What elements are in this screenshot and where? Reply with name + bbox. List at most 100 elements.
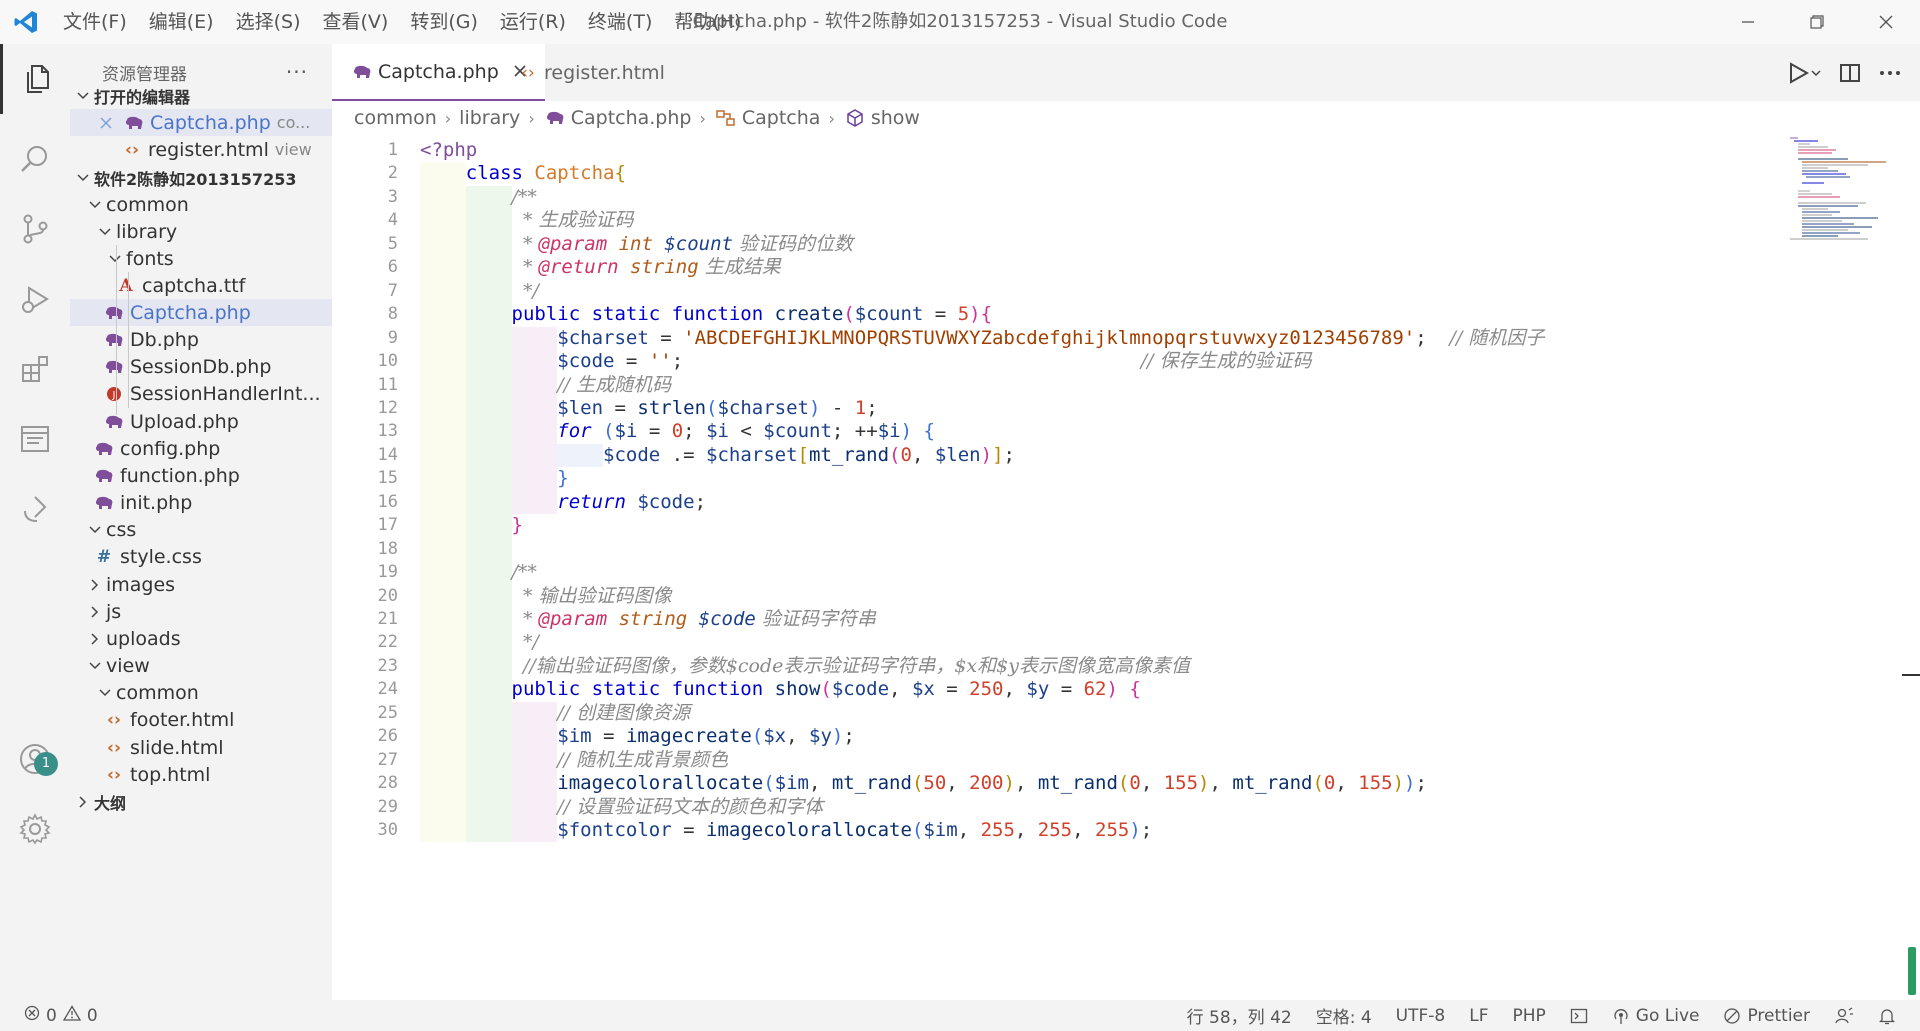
folder-view-common[interactable]: common [70, 679, 356, 706]
code-token: ( [911, 819, 924, 842]
code-token: ; [843, 725, 855, 748]
restore-button[interactable] [1782, 0, 1851, 44]
menu-item[interactable]: 转到(G) [399, 0, 489, 44]
file-config-php[interactable]: config.php [70, 435, 354, 462]
tree-indent-guide [128, 272, 129, 408]
folder-view[interactable]: view [70, 652, 346, 679]
chevron-right-icon [84, 605, 106, 619]
file-sessionhandler[interactable]: J SessionHandlerInt... [70, 380, 364, 407]
accounts-icon[interactable]: 1 [0, 724, 70, 794]
source-control-icon[interactable] [0, 194, 70, 264]
file-top-html[interactable]: ‹› top.html [70, 761, 364, 788]
run-debug-icon[interactable] [0, 264, 70, 334]
vscode-logo-icon [0, 0, 52, 44]
code-token: // 随机因子 [1449, 326, 1545, 349]
folder-js[interactable]: js [70, 598, 346, 625]
section-open-editors[interactable]: 打开的编辑器 [70, 82, 334, 109]
code-token: 255 [1037, 819, 1073, 842]
file-sessiondb-php[interactable]: SessionDb.php [70, 353, 364, 380]
status-bar: 0 0 行 58，列 42 空格: 4 UTF-8 LF PHP Go Live… [0, 1000, 1920, 1031]
close-editor-icon[interactable] [94, 116, 118, 130]
file-db-php[interactable]: Db.php [70, 326, 364, 353]
more-editor-actions-icon[interactable] [1870, 53, 1910, 93]
code-token: ; [1140, 819, 1153, 842]
file-upload-php[interactable]: Upload.php [70, 408, 364, 435]
breadcrumb-item[interactable]: common [354, 107, 437, 129]
language-mode[interactable]: PHP [1512, 1006, 1545, 1026]
breadcrumb: common › library › Captcha.php › Captcha… [332, 101, 1920, 135]
feedback-icon[interactable] [1834, 1006, 1854, 1025]
code-token: 生成结果 [698, 256, 781, 279]
folder-common[interactable]: common [70, 191, 346, 218]
tree-item-label: init.php [120, 491, 193, 514]
menu-item[interactable]: 文件(F) [52, 0, 138, 44]
code-token: show [774, 678, 821, 701]
go-live-button[interactable]: Go Live [1612, 1006, 1699, 1026]
remote-explorer-icon[interactable] [0, 404, 70, 474]
code-token: $im [557, 725, 592, 748]
cursor-position[interactable]: 行 58，列 42 [1187, 1003, 1292, 1028]
tree-item-label: 打开的编辑器 [94, 87, 191, 107]
chevron-right-icon: › [699, 108, 706, 128]
run-code-button[interactable] [1780, 53, 1830, 93]
tab-register-html[interactable]: ‹› register.html [498, 44, 683, 101]
breadcrumb-item[interactable]: library [459, 107, 520, 129]
menu-item[interactable]: 选择(S) [225, 0, 312, 44]
file-style-css[interactable]: # style.css [70, 543, 354, 570]
scrollbar-thumb[interactable] [1908, 947, 1916, 995]
indentation[interactable]: 空格: 4 [1316, 1003, 1372, 1028]
chevron-down-icon [84, 198, 106, 212]
code-token: ( [911, 772, 924, 795]
menu-item[interactable]: 编辑(E) [138, 0, 225, 44]
menu-item[interactable]: 运行(R) [489, 0, 577, 44]
code-token: @param [538, 608, 608, 630]
section-outline[interactable]: 大纲 [70, 788, 334, 815]
php-elephant-icon [92, 441, 116, 457]
timeline-icon[interactable] [0, 474, 70, 544]
folder-images[interactable]: images [70, 571, 346, 598]
open-editor-captcha[interactable]: Captcha.php co... [70, 109, 356, 136]
window-controls [1713, 0, 1920, 44]
menu-item[interactable]: 终端(T) [577, 0, 663, 44]
folder-library[interactable]: library [70, 218, 356, 245]
encoding[interactable]: UTF-8 [1396, 1006, 1446, 1026]
code-token: imagecolorallocate [706, 819, 912, 842]
prettier-button[interactable]: Prettier [1723, 1006, 1810, 1026]
section-project[interactable]: 软件2陈静如2013157253 [70, 164, 334, 191]
minimize-button[interactable] [1713, 0, 1782, 44]
search-icon[interactable] [0, 124, 70, 194]
breadcrumb-item[interactable]: show [871, 107, 920, 129]
breadcrumb-item[interactable]: Captcha [742, 107, 821, 129]
end-of-line[interactable]: LF [1469, 1006, 1488, 1026]
folder-fonts[interactable]: fonts [70, 245, 366, 272]
folder-uploads[interactable]: uploads [70, 625, 346, 652]
code-token: public static function [511, 678, 775, 701]
minimap[interactable] [1788, 135, 1898, 255]
more-actions-icon[interactable]: ··· [286, 60, 308, 84]
notifications-bell-icon[interactable] [1878, 1007, 1896, 1025]
settings-gear-icon[interactable] [0, 794, 70, 864]
problems-indicator[interactable]: 0 0 [24, 1005, 98, 1026]
folder-css[interactable]: css [70, 516, 346, 543]
explorer-icon[interactable] [0, 44, 70, 114]
breadcrumb-item[interactable]: Captcha.php [571, 107, 692, 129]
file-init-php[interactable]: init.php [70, 489, 354, 516]
split-editor-icon[interactable] [1830, 53, 1870, 93]
close-window-button[interactable] [1851, 0, 1920, 44]
tab-label: Captcha.php [378, 60, 499, 83]
file-footer-html[interactable]: ‹› footer.html [70, 706, 364, 733]
code-token: @param [538, 232, 608, 255]
menu-item[interactable]: 帮助(H) [663, 0, 752, 44]
php-elephant-icon [92, 468, 116, 484]
file-function-php[interactable]: function.php [70, 462, 354, 489]
extensions-icon[interactable] [0, 334, 70, 404]
tree-item-label: view [106, 654, 150, 677]
file-captcha-php[interactable]: Captcha.php [70, 299, 364, 326]
terminal-icon[interactable] [1570, 1007, 1588, 1025]
code-editor[interactable]: 1 2 3 4 5 6 7 8 9 10 11 12 13 14 15 16 17 18 19 20 21 22 23 24 2… [332, 135, 1920, 1000]
menu-item[interactable]: 查看(V) [312, 0, 400, 44]
tree-item-label: images [106, 573, 176, 596]
file-slide-html[interactable]: ‹› slide.html [70, 734, 364, 761]
